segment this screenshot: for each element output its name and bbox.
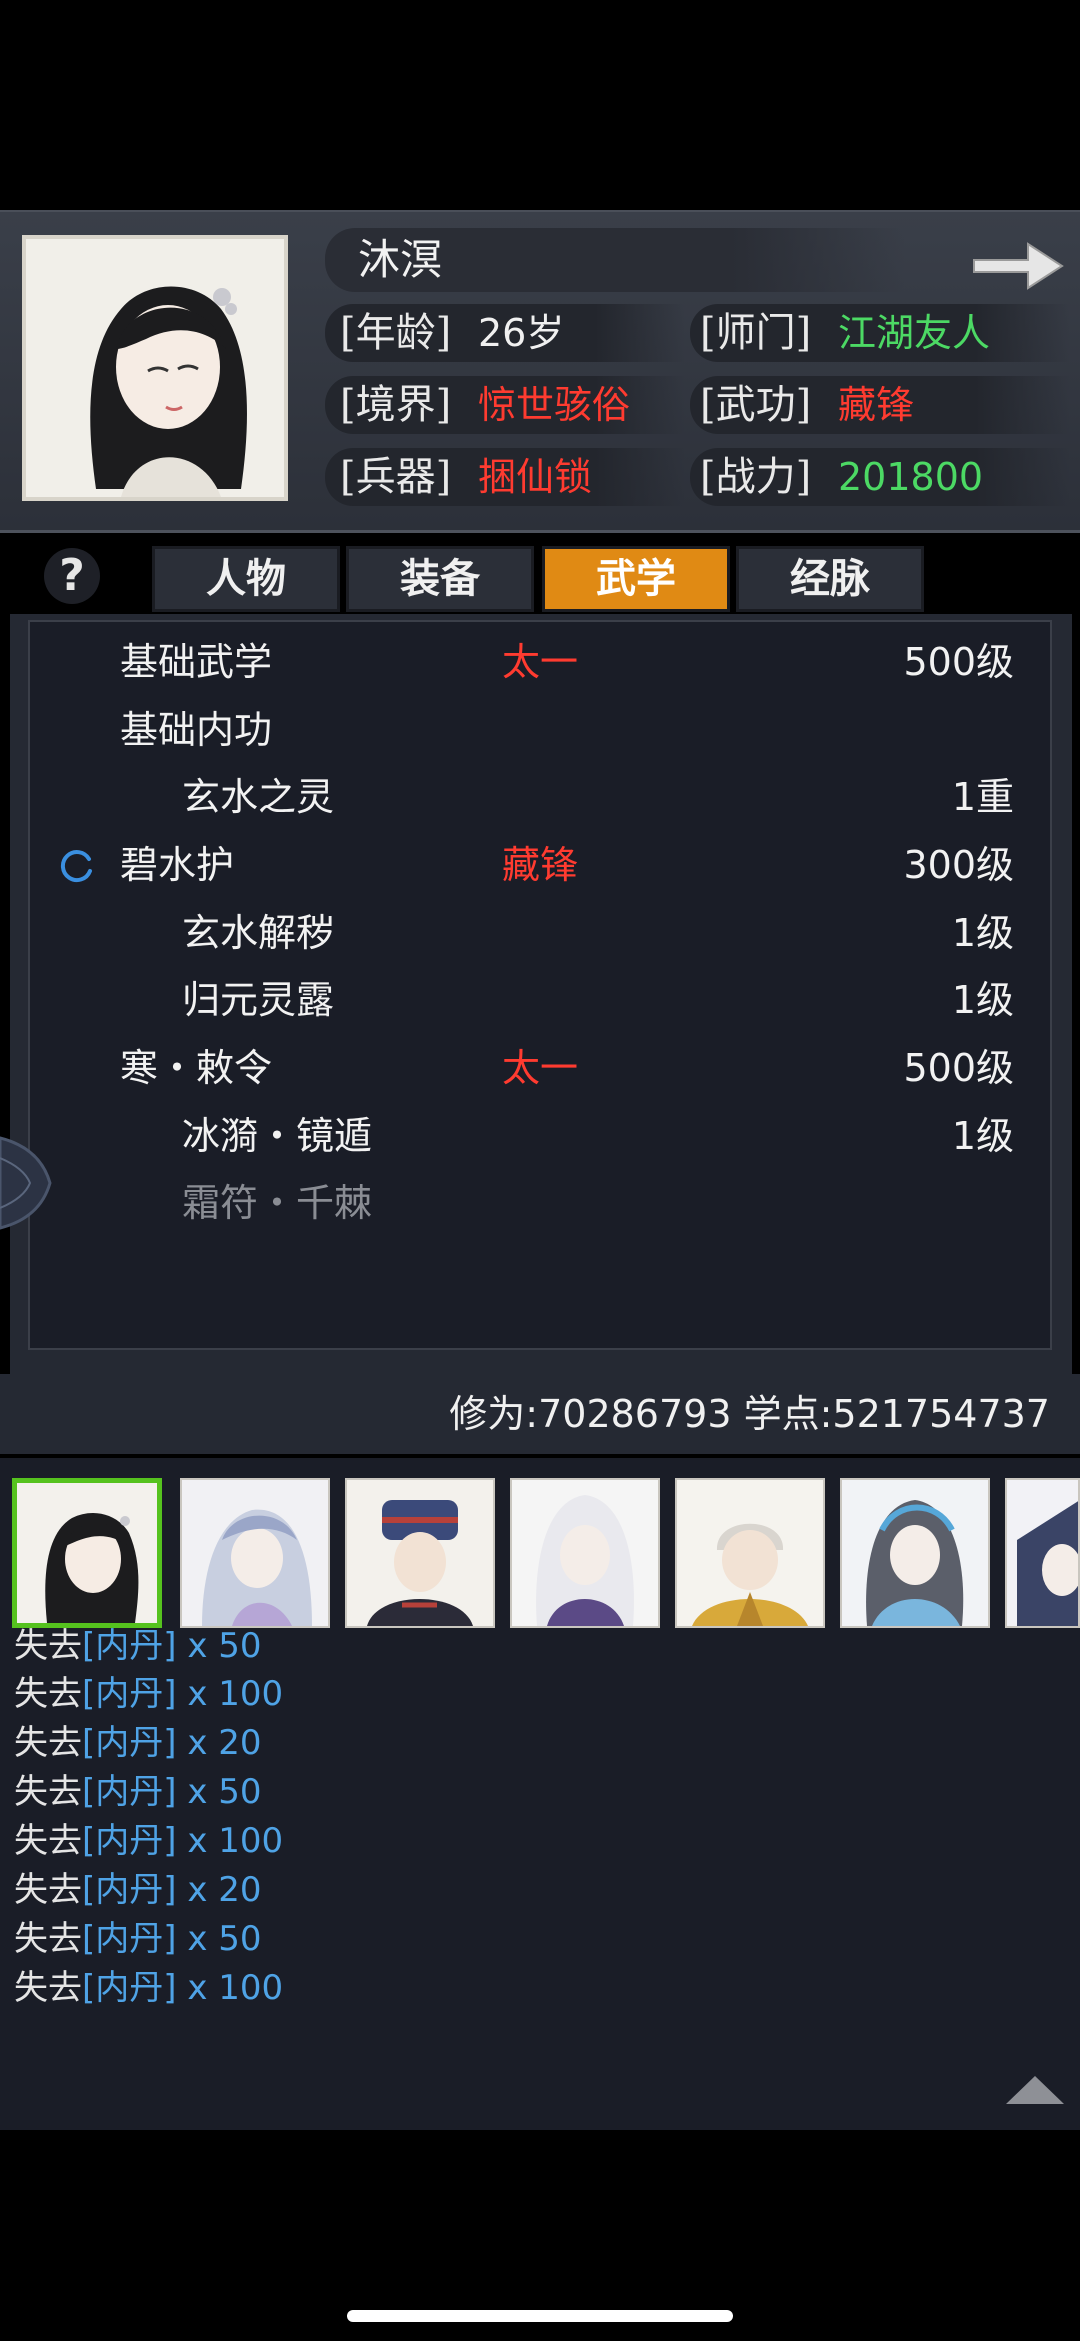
- skill-name: 霜符・千棘: [182, 1181, 373, 1225]
- log-line: 失去[内丹] x 50: [14, 1919, 262, 1959]
- tab-martial-arts[interactable]: 武学: [542, 546, 730, 612]
- skill-name: 基础武学: [120, 640, 273, 684]
- log-line: 失去[内丹] x 50: [14, 1626, 262, 1666]
- skill-school: 太一: [502, 1046, 579, 1090]
- stat-label-power: [战力]: [700, 454, 812, 500]
- skill-name: 碧水护: [120, 843, 235, 887]
- skill-level: 500级: [903, 1046, 1014, 1090]
- stat-value-weapon: 捆仙锁: [478, 455, 593, 499]
- skill-row[interactable]: 玄水之灵 1重: [30, 767, 1054, 827]
- spinner-icon: [60, 849, 94, 883]
- stat-label-martial: [武功]: [700, 382, 812, 428]
- help-button[interactable]: ?: [44, 548, 100, 604]
- skill-list: 基础武学 太一 500级 基础内功 玄水之灵 1重 碧水护 藏锋 300级 玄水…: [28, 620, 1052, 1350]
- skill-row[interactable]: 寒・敕令 太一 500级: [30, 1038, 1054, 1098]
- skill-row[interactable]: 基础内功: [30, 700, 1054, 760]
- roster-avatar[interactable]: [345, 1478, 495, 1628]
- skill-row[interactable]: 归元灵露 1级: [30, 970, 1054, 1030]
- stat-value-realm: 惊世骇俗: [478, 383, 631, 427]
- skill-level: 300级: [903, 843, 1014, 887]
- tab-meridians[interactable]: 经脉: [736, 546, 924, 612]
- character-portrait[interactable]: [22, 235, 288, 501]
- stat-label-sect: [师门]: [700, 310, 812, 356]
- skill-row[interactable]: 霜符・千棘: [30, 1173, 1054, 1233]
- side-drawer-handle[interactable]: [0, 1118, 54, 1248]
- log-line: 失去[内丹] x 100: [14, 1968, 284, 2008]
- skill-name: 基础内功: [120, 708, 273, 752]
- skill-name: 寒・敕令: [120, 1046, 273, 1090]
- stat-value-age: 26岁: [478, 311, 565, 355]
- stat-label-realm: [境界]: [340, 382, 452, 428]
- skill-row[interactable]: 碧水护 藏锋 300级: [30, 835, 1054, 895]
- stat-label-weapon: [兵器]: [340, 454, 452, 500]
- roster-avatar[interactable]: [1005, 1478, 1080, 1628]
- skill-row[interactable]: 冰漪・镜遁 1级: [30, 1106, 1054, 1166]
- skill-row[interactable]: 玄水解秽 1级: [30, 903, 1054, 963]
- divider: [0, 1454, 1080, 1458]
- skill-level: 1级: [951, 978, 1014, 1022]
- log-line: 失去[内丹] x 50: [14, 1772, 262, 1812]
- log-line: 失去[内丹] x 100: [14, 1674, 284, 1714]
- roster-avatar[interactable]: [180, 1478, 330, 1628]
- skill-name: 玄水解秽: [182, 911, 335, 955]
- skill-name: 玄水之灵: [182, 775, 335, 819]
- skill-name: 归元灵露: [182, 978, 335, 1022]
- arrow-right-icon[interactable]: [970, 236, 1066, 296]
- roster-avatar-selected[interactable]: [12, 1478, 162, 1628]
- home-indicator[interactable]: [347, 2310, 733, 2322]
- skill-school: 藏锋: [502, 843, 579, 887]
- character-name: 沐溟: [358, 235, 443, 284]
- skill-level: 1重: [951, 775, 1014, 819]
- stat-value-martial: 藏锋: [838, 383, 915, 427]
- stat-value-sect: 江湖友人: [838, 311, 991, 355]
- tab-character[interactable]: 人物: [152, 546, 340, 612]
- stat-label-age: [年龄]: [340, 310, 452, 356]
- triangle-up-icon[interactable]: [1002, 2072, 1068, 2108]
- log-line: 失去[内丹] x 20: [14, 1723, 262, 1763]
- roster-avatar[interactable]: [840, 1478, 990, 1628]
- skill-level: 1级: [951, 1114, 1014, 1158]
- skill-level: 1级: [951, 911, 1014, 955]
- skill-school: 太一: [502, 640, 579, 684]
- roster-avatar[interactable]: [675, 1478, 825, 1628]
- skill-name: 冰漪・镜遁: [182, 1114, 373, 1158]
- roster-avatar[interactable]: [510, 1478, 660, 1628]
- skill-level: 500级: [903, 640, 1014, 684]
- log-line: 失去[内丹] x 20: [14, 1870, 262, 1910]
- cultivation-points: 修为:70286793 学点:521754737: [449, 1392, 1050, 1436]
- character-screen: 沐溟 [年龄] 26岁 [师门] 江湖友人 [境界] 惊世骇俗 [武功] 藏锋 …: [0, 0, 1080, 2341]
- skill-row[interactable]: 基础武学 太一 500级: [30, 632, 1054, 692]
- stat-value-power: 201800: [838, 455, 984, 499]
- tab-equipment[interactable]: 装备: [346, 546, 534, 612]
- log-line: 失去[内丹] x 100: [14, 1821, 284, 1861]
